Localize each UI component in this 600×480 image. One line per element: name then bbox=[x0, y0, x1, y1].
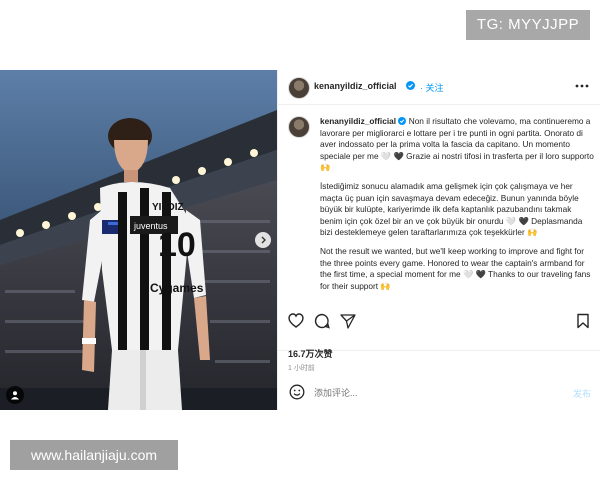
like-count[interactable]: 16.7万次赞 bbox=[288, 347, 333, 360]
sponsor-text: Cygames bbox=[150, 281, 204, 295]
caption-english: Not the result we wanted, but we'll keep… bbox=[320, 245, 591, 291]
post-caption: kenanyildiz_official Non il risultato ch… bbox=[320, 116, 594, 299]
post-time: 1 小时前 bbox=[288, 365, 315, 372]
comment-input[interactable] bbox=[312, 383, 556, 403]
more-horizontal-icon[interactable] bbox=[574, 79, 590, 93]
chevron-right-icon bbox=[261, 236, 266, 244]
post-photo: juventus YILDIZ 10 Cygames bbox=[0, 70, 277, 410]
watermark-bottom: www.hailanjiaju.com bbox=[10, 440, 178, 470]
caption-italian: kenanyildiz_official Non il risultato ch… bbox=[320, 116, 594, 174]
follow-button[interactable]: · 关注 bbox=[420, 81, 444, 94]
caption-turkish: İstediğimiz sonucu alamadık ama gelişmek… bbox=[320, 180, 583, 238]
heart-icon[interactable] bbox=[288, 313, 304, 329]
watermark-top: TG: MYYJJPP bbox=[466, 10, 590, 40]
caption-username[interactable]: kenanyildiz_official bbox=[320, 116, 396, 126]
post-comment-button[interactable]: 发布 bbox=[573, 387, 591, 400]
emoji-icon[interactable] bbox=[289, 384, 305, 400]
shirt-name: YILDIZ bbox=[152, 202, 184, 213]
post-header: kenanyildiz_official · 关注 bbox=[278, 70, 600, 105]
header-username[interactable]: kenanyildiz_official bbox=[314, 81, 397, 91]
verified-badge-icon bbox=[398, 117, 407, 125]
instagram-post: juventus YILDIZ 10 Cygames kenanyildiz_o… bbox=[0, 70, 600, 410]
post-panel: kenanyildiz_official · 关注 kenanyildiz_of… bbox=[277, 70, 600, 410]
caption-avatar[interactable] bbox=[288, 116, 310, 138]
comment-icon[interactable] bbox=[314, 313, 330, 329]
comment-bar: 发布 bbox=[0, 375, 600, 410]
comments-area: kenanyildiz_official Non il risultato ch… bbox=[278, 108, 600, 346]
shirt-number: 10 bbox=[158, 226, 196, 264]
avatar[interactable] bbox=[288, 77, 310, 99]
share-icon[interactable] bbox=[340, 313, 356, 329]
next-image-button[interactable] bbox=[255, 232, 271, 248]
verified-badge-icon bbox=[406, 81, 415, 90]
bookmark-icon[interactable] bbox=[575, 313, 591, 329]
